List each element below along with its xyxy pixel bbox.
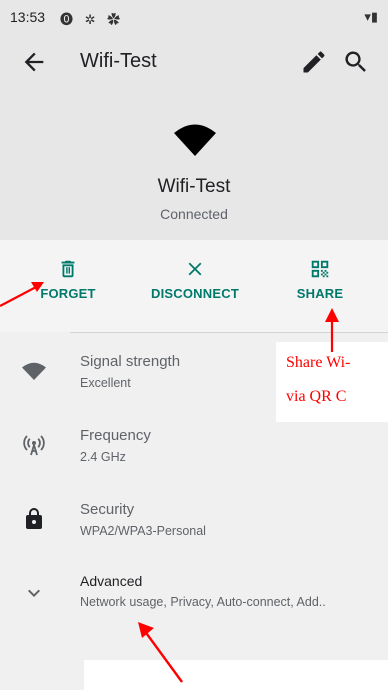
wifi-icon <box>174 124 216 156</box>
annotation-arrow-advanced <box>138 622 183 683</box>
annotation-callout: Share Wi- via QR C <box>276 342 388 422</box>
annotation-box <box>84 660 388 690</box>
search-icon[interactable] <box>342 48 370 76</box>
detail-title: Advanced <box>80 573 143 589</box>
wifi-signal-icon <box>22 362 46 380</box>
status-time: 13:53 <box>10 9 46 25</box>
detail-value: Network usage, Privacy, Auto-connect, Ad… <box>80 595 326 609</box>
detail-value: WPA2/WPA3-Personal <box>80 524 206 538</box>
annotation-line-1: Share Wi- <box>286 354 351 371</box>
detail-value: Excellent <box>80 376 131 390</box>
forget-button[interactable]: FORGET <box>38 258 98 318</box>
lock-icon <box>26 508 42 529</box>
status-notification-icons: ⓿ ✲ ✿ <box>60 12 125 27</box>
app-bar: Wifi-Test <box>0 34 388 90</box>
status-bar: 13:53 ⓿ ✲ ✿ ▾▮ <box>0 0 388 34</box>
share-label: SHARE <box>296 286 344 301</box>
disconnect-button[interactable]: DISCONNECT <box>140 258 250 318</box>
annotation-arrow-share <box>325 308 339 352</box>
annotation-arrow-forget <box>0 282 44 307</box>
trash-icon <box>61 260 75 278</box>
advanced-row[interactable]: Advanced Network usage, Privacy, Auto-co… <box>0 555 388 629</box>
detail-title: Security <box>80 501 135 518</box>
network-header: Wifi-Test Connected <box>0 90 388 240</box>
detail-title: Signal strength <box>80 353 181 370</box>
network-name: Wifi-Test <box>157 176 231 197</box>
close-icon <box>188 262 202 276</box>
connection-status: Connected <box>160 206 228 222</box>
forget-label: FORGET <box>40 286 96 301</box>
disconnect-label: DISCONNECT <box>151 286 239 301</box>
chevron-down-icon <box>28 589 40 597</box>
antenna-icon <box>23 435 45 456</box>
qr-code-icon <box>311 260 329 278</box>
pencil-icon[interactable] <box>300 48 328 76</box>
status-battery-icons: ▾▮ <box>364 9 378 24</box>
security-row: Security WPA2/WPA3-Personal <box>0 481 388 555</box>
detail-title: Frequency <box>80 427 151 444</box>
annotation-line-2: via QR C <box>286 388 347 405</box>
arrow-back-icon[interactable] <box>20 48 48 76</box>
page-title: Wifi-Test <box>80 50 157 72</box>
detail-value: 2.4 GHz <box>80 450 126 464</box>
